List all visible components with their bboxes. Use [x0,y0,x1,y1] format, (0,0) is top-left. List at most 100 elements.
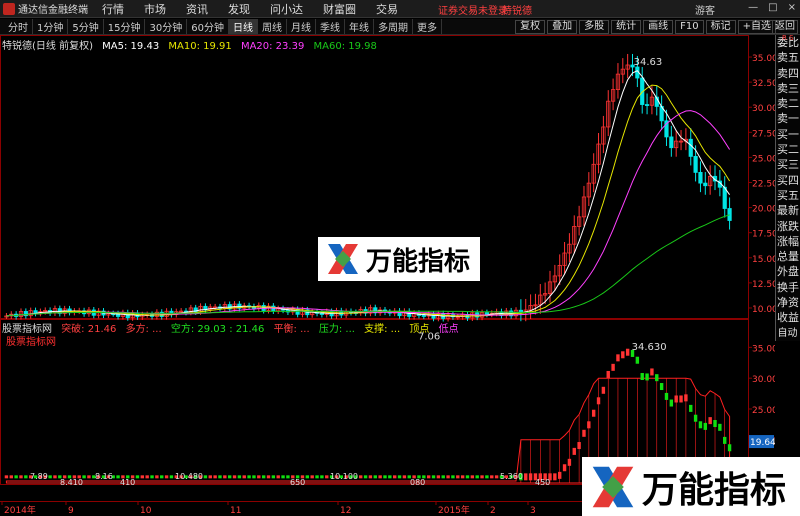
indicator-candle [164,475,169,479]
stock-name-link[interactable]: 特锐德 [502,2,532,17]
minimize-button[interactable]: — [748,2,758,13]
indicator-candle [397,475,402,479]
side-panel-item[interactable]: 总量 [776,249,800,264]
price-tick-label: 12.50 [752,280,775,290]
period-tab[interactable]: 周线 [258,19,287,34]
side-panel-item[interactable]: 买一 [776,127,800,142]
ma5-value: MA5: 19.43 [102,41,160,52]
side-panel-item[interactable]: 卖五 [776,50,800,65]
menu-item-news[interactable]: 资讯 [186,1,208,17]
candle-body [688,138,693,157]
period-tab[interactable]: 5分钟 [68,19,104,34]
indicator-candle [402,475,407,479]
side-panel-item[interactable]: 卖一 [776,111,800,126]
menu-item-trade[interactable]: 交易 [376,1,398,17]
indicator-candle [232,475,237,479]
date-label: 2014年 [4,504,36,516]
indicator-candle [359,475,363,479]
watermark-center: 万能指标 [318,237,480,281]
indicator-candle [436,475,441,479]
tool-button[interactable]: 统计 [611,20,642,34]
period-tab[interactable]: 年线 [345,19,374,34]
indicator-candle [373,475,377,479]
period-tab[interactable]: 1分钟 [33,19,69,34]
period-tab[interactable]: 60分钟 [187,19,229,34]
candle-body [703,182,708,187]
indicator-candle [611,363,615,371]
period-tab[interactable]: 季线 [316,19,345,34]
indicator-candle [650,368,654,376]
indicator-candle [392,475,397,479]
tool-button[interactable]: 叠加 [547,20,578,34]
side-panel-item[interactable]: 最新 [776,203,800,218]
indicator-candle [621,351,625,359]
indicator-candle [582,429,586,437]
quote-side-panel: 委比 卖五 卖四 卖三 卖二 卖一 买一 买二 买三 买四 买五 最新 涨跌 涨幅 总量 外盘 换手 净资 收益 [775,35,800,341]
trade-login-status[interactable]: 证券交易未登录 [438,2,508,17]
menu-item-wealth[interactable]: 财富圈 [323,1,356,17]
candle-body [727,208,732,221]
side-panel-item[interactable]: 涨跌 [776,219,800,234]
back-button[interactable]: 返回 [772,20,798,34]
period-tab[interactable]: 分时 [4,19,33,34]
candle-body [693,155,698,173]
indicator-candle [567,458,572,466]
tool-button[interactable]: 复权 [515,20,546,34]
side-panel-item[interactable]: 买四 [776,173,800,188]
indicator-candle [446,475,450,479]
app-title: 通达信金融终端 [18,5,88,16]
auto-scale-toggle[interactable]: 自动 [775,324,800,339]
price-tick-label: 22.50 [752,180,775,190]
tool-button[interactable]: 多股 [579,20,610,34]
side-panel-item[interactable]: 卖二 [776,96,800,111]
period-tab[interactable]: 月线 [287,19,316,34]
menu-item-ask[interactable]: 问小达 [270,1,303,17]
date-label: 3 [530,506,536,516]
watermark-text: 万能指标 [642,469,787,511]
indicator-candle [305,475,310,479]
indicator-candle [659,383,664,391]
close-button[interactable]: × [788,2,796,13]
tool-button[interactable]: F10 [675,20,704,34]
indicator-candle [378,475,382,479]
side-panel-item[interactable]: 卖四 [776,66,800,81]
indicator-candle [713,420,717,428]
indicator-candle [223,475,227,479]
price-tick-label: 20.00 [752,205,775,215]
side-panel-item[interactable]: 买五 [776,188,800,203]
indicator-candle [708,417,712,425]
side-panel-item[interactable]: 买三 [776,157,800,172]
period-tabs: 分时 1分钟 5分钟 15分钟 30分钟 60分钟 日线 周线 月线 季线 年线 多周期 更多 [4,19,442,34]
high-price-label: 34.63 [634,57,663,68]
period-tab[interactable]: 日线 [228,19,258,34]
period-tab[interactable]: 30分钟 [145,19,188,34]
price-tick-label: 32.50 [752,79,775,89]
indicator-note: 10.100 [330,472,358,481]
indicator-candle [218,475,222,479]
price-tick-label: 17.50 [752,230,775,240]
tool-button[interactable]: 画线 [643,20,674,34]
side-panel-item[interactable]: 换手 [776,280,800,295]
side-panel-item[interactable]: 卖三 [776,81,800,96]
candle-body [669,136,674,149]
period-tab[interactable]: 更多 [413,19,442,34]
tool-button[interactable]: +自选 [737,20,776,34]
side-panel-item[interactable]: 买二 [776,142,800,157]
side-panel-item[interactable]: 净资 [776,295,800,310]
side-panel-item[interactable]: 外盘 [776,264,800,279]
side-panel-item[interactable]: 涨幅 [776,234,800,249]
menu-item-market[interactable]: 市场 [144,1,166,17]
tool-button[interactable]: 标记 [705,20,736,34]
indicator-candle [640,373,644,381]
indicator-candle [368,475,373,479]
menu-item-discover[interactable]: 发现 [228,1,250,17]
indicator-candle [53,475,57,479]
period-tab[interactable]: 15分钟 [104,19,146,34]
maximize-button[interactable]: □ [768,2,777,13]
menu-item-quotes[interactable]: 行情 [102,1,124,17]
date-label: 12 [340,506,351,516]
period-tab[interactable]: 多周期 [374,19,413,34]
guest-label[interactable]: 游客 [695,2,715,17]
main-legend: 特锐德(日线 前复权) MA5: 19.43 MA10: 19.91 MA20:… [2,37,383,52]
date-label: 11 [230,506,241,516]
